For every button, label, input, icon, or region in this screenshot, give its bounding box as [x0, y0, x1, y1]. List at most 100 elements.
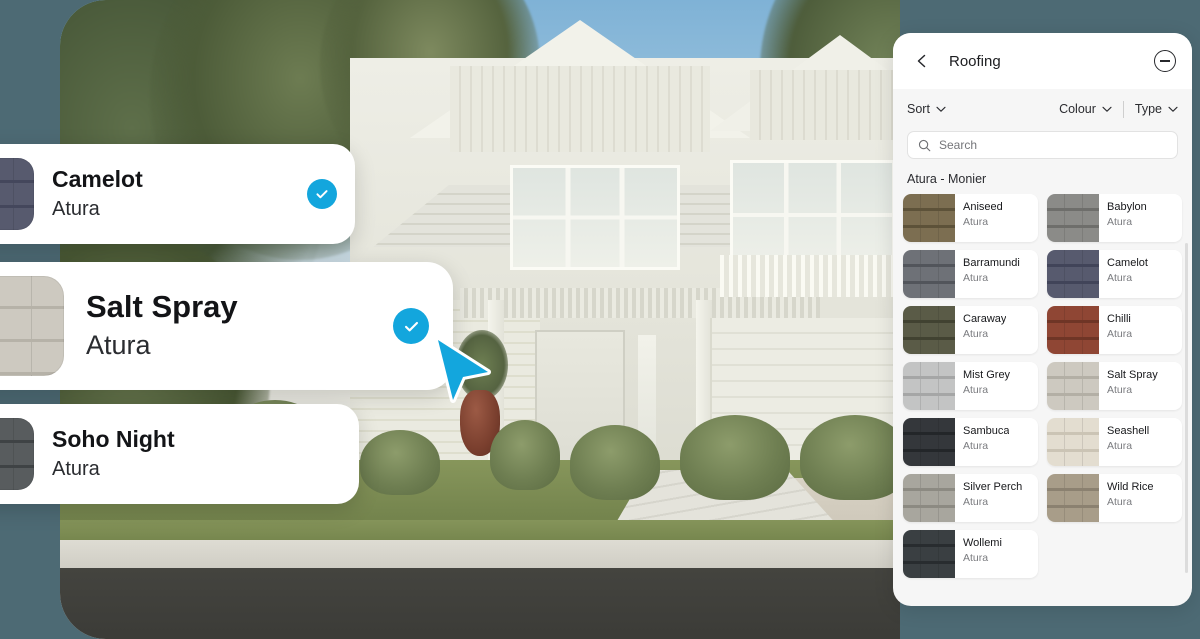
type-dropdown[interactable]: Type [1135, 102, 1178, 116]
overlay-card-text: Soho Night Atura [52, 427, 293, 480]
chevron-down-icon [1168, 106, 1178, 112]
product-grid[interactable]: Aniseed Atura Babylon Atura Barramundi Atura C… [893, 194, 1192, 606]
product-tile-name: Salt Spray [1107, 369, 1158, 381]
product-tile-brand: Atura [1107, 384, 1133, 396]
roof-tile-swatch [903, 474, 955, 522]
gable-cladding [750, 70, 900, 140]
product-tile[interactable]: Seashell Atura [1047, 418, 1182, 466]
product-tile-brand: Atura [963, 496, 989, 508]
product-tile-name: Mist Grey [963, 369, 1011, 381]
roof-tile-swatch [903, 194, 955, 242]
product-tile-text: Seashell Atura [1099, 418, 1149, 466]
roof-tile-swatch [0, 276, 64, 376]
product-tile[interactable]: Chilli Atura [1047, 306, 1182, 354]
product-tile-name: Silver Perch [963, 481, 1023, 493]
window-panes [513, 168, 677, 267]
minus-circle-icon[interactable] [1154, 50, 1176, 72]
overlay-card-soho-night[interactable]: Soho Night Atura [0, 404, 359, 504]
product-tile-brand: Atura [963, 216, 989, 228]
product-tile-brand: Atura [963, 272, 989, 284]
sort-dropdown[interactable]: Sort [907, 102, 946, 116]
product-tile-text: Barramundi Atura [955, 250, 1020, 298]
panel-header: Roofing [893, 33, 1192, 89]
roof-tile-swatch [1047, 306, 1099, 354]
product-tile-brand: Atura [1107, 272, 1133, 284]
product-tile[interactable]: Camelot Atura [1047, 250, 1182, 298]
product-tile[interactable]: Aniseed Atura [903, 194, 1038, 242]
footpath [60, 540, 900, 570]
product-tile-brand: Atura [963, 328, 989, 340]
product-tile[interactable]: Babylon Atura [1047, 194, 1182, 242]
roof-tile-swatch [903, 362, 955, 410]
page-title: Roofing [949, 52, 1001, 70]
window [510, 165, 680, 270]
roof-tile-swatch [903, 250, 955, 298]
overlay-card-brand: Atura [86, 330, 151, 361]
shrub [680, 415, 790, 500]
product-tile-text: Babylon Atura [1099, 194, 1147, 242]
product-tile[interactable]: Caraway Atura [903, 306, 1038, 354]
search-icon [918, 139, 931, 151]
filter-divider [1122, 100, 1124, 118]
overlay-card-name: Salt Spray [86, 289, 238, 325]
overlay-card-name: Soho Night [52, 426, 175, 453]
product-tile-brand: Atura [963, 384, 989, 396]
overlay-card-text: Salt Spray Atura [86, 290, 371, 361]
product-tile-brand: Atura [963, 440, 989, 452]
product-tile[interactable]: Salt Spray Atura [1047, 362, 1182, 410]
product-tile-brand: Atura [1107, 216, 1133, 228]
sort-label: Sort [907, 102, 930, 116]
search-input[interactable] [939, 132, 1167, 158]
product-tile-text: Caraway Atura [955, 306, 1006, 354]
product-tile[interactable]: Wollemi Atura [903, 530, 1038, 578]
shrub [800, 415, 900, 500]
product-group-title: Atura - Monier [907, 172, 987, 186]
product-tile-text: Wollemi Atura [955, 530, 1002, 578]
shrub [570, 425, 660, 500]
overlay-card-brand: Atura [52, 457, 100, 480]
product-tile-text: Sambuca Atura [955, 418, 1009, 466]
overlay-card-camelot[interactable]: Camelot Atura [0, 144, 355, 244]
gable-cladding [450, 66, 710, 152]
product-tile[interactable]: Barramundi Atura [903, 250, 1038, 298]
roof-tile-swatch [903, 418, 955, 466]
app-stage: Camelot Atura Salt Spray Atura Soho Nigh… [0, 0, 1200, 639]
product-tile-name: Seashell [1107, 425, 1150, 437]
product-tile-name: Sambuca [963, 425, 1010, 437]
shrub [360, 430, 440, 495]
search-area [893, 129, 1192, 169]
type-label: Type [1134, 102, 1162, 116]
product-tile[interactable]: Mist Grey Atura [903, 362, 1038, 410]
roof-tile-swatch [0, 418, 34, 490]
chevron-left-icon[interactable] [909, 48, 935, 74]
overlay-card-brand: Atura [52, 197, 100, 220]
chevron-down-icon [1102, 106, 1112, 112]
product-tile-text: Salt Spray Atura [1099, 362, 1158, 410]
window [730, 160, 895, 270]
roof-tile-swatch [903, 530, 955, 578]
product-tile[interactable]: Silver Perch Atura [903, 474, 1038, 522]
product-tile-text: Mist Grey Atura [955, 362, 1010, 410]
product-tile-brand: Atura [963, 552, 989, 564]
roof-tile-swatch [1047, 418, 1099, 466]
roof-tile-swatch [1047, 362, 1099, 410]
product-tile-brand: Atura [1107, 440, 1133, 452]
product-tile[interactable]: Wild Rice Atura [1047, 474, 1182, 522]
roof-tile-swatch [1047, 194, 1099, 242]
roofing-panel: Roofing Sort Colour Type Search Atura - … [893, 33, 1192, 606]
colour-dropdown[interactable]: Colour [1059, 102, 1112, 116]
balcony-railing [720, 255, 900, 297]
product-tile-name: Chilli [1107, 313, 1131, 325]
check-circle-icon[interactable] [393, 308, 429, 344]
panel-scrollbar[interactable] [1185, 243, 1188, 573]
product-tile-name: Wild Rice [1107, 481, 1154, 493]
chevron-down-icon [936, 106, 946, 112]
filter-bar: Sort Colour Type [893, 89, 1192, 129]
search-box[interactable] [907, 131, 1178, 159]
road [60, 568, 900, 639]
check-circle-icon[interactable] [307, 179, 337, 209]
product-tile[interactable]: Sambuca Atura [903, 418, 1038, 466]
window-panes [733, 163, 892, 267]
colour-label: Colour [1059, 102, 1096, 116]
overlay-card-salt-spray[interactable]: Salt Spray Atura [0, 262, 453, 390]
